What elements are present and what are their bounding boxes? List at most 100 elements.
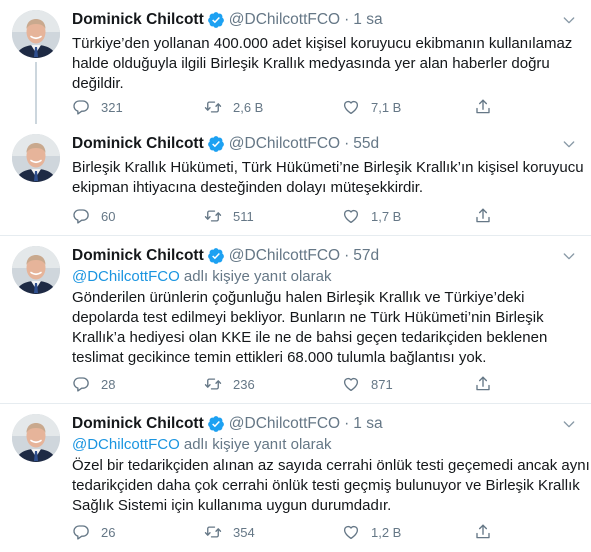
avatar[interactable] (12, 414, 60, 462)
reply-mention-link[interactable]: @DChilcottFCO (72, 436, 180, 453)
reply-count: 26 (101, 524, 116, 540)
like-icon (342, 98, 360, 116)
tweet-actions: 60 511 1,7 B (72, 206, 572, 226)
reply-count: 60 (101, 208, 116, 224)
author-name[interactable]: Dominick Chilcott (72, 11, 204, 29)
tweet-actions: 26 354 1,2 B (72, 522, 572, 542)
separator-dot: · (344, 247, 350, 264)
reply-icon (72, 523, 90, 541)
tweet-actions: 28 236 871 (72, 374, 572, 394)
retweet-count: 354 (233, 524, 255, 540)
verified-badge-icon (207, 247, 225, 265)
like-button[interactable]: 7,1 B (342, 97, 401, 117)
retweet-icon (204, 207, 222, 225)
avatar[interactable] (12, 246, 60, 294)
chevron-down-icon[interactable] (561, 12, 577, 28)
tweet-text-line: tedarikçiden daha çok cerrahi önlük test… (72, 477, 580, 494)
thread-connector-line (35, 62, 37, 124)
tweet-timeline: Dominick Chilcott @DChilcottFCO · 1 sa T… (0, 0, 591, 552)
tweet-text-line: Sağlık Sistemi için kullanıma uygun duru… (72, 497, 392, 514)
separator-dot: · (344, 415, 350, 432)
retweet-icon (204, 375, 222, 393)
retweet-button[interactable]: 511 (204, 206, 254, 226)
reply-button[interactable]: 28 (72, 374, 115, 394)
like-count: 871 (371, 376, 393, 392)
author-name[interactable]: Dominick Chilcott (72, 247, 204, 265)
retweet-count: 511 (233, 208, 254, 224)
replying-to: @DChilcottFCO adlı kişiye yanıt olarak (72, 436, 332, 453)
author-handle[interactable]: @DChilcottFCO (229, 11, 340, 29)
like-icon (342, 375, 360, 393)
avatar[interactable] (12, 10, 60, 58)
tweet[interactable]: Dominick Chilcott @DChilcottFCO · 1 sa T… (0, 0, 591, 124)
author-handle[interactable]: @DChilcottFCO (229, 415, 340, 433)
like-count: 1,7 B (371, 208, 402, 224)
reply-mention-link[interactable]: @DChilcottFCO (72, 268, 180, 285)
tweet-timestamp[interactable]: 1 sa (353, 11, 382, 29)
like-icon (342, 523, 360, 541)
tweet-actions: 321 2,6 B 7,1 B (72, 97, 572, 117)
reply-to-label: adlı kişiye yanıt olarak (183, 436, 332, 453)
like-count: 7,1 B (371, 99, 402, 115)
chevron-down-icon[interactable] (561, 248, 577, 264)
share-button[interactable] (474, 97, 492, 117)
tweet[interactable]: Dominick Chilcott @DChilcottFCO · 1 sa @… (0, 404, 591, 552)
tweet-text-line: Krallık’a hediyesi olan KKE ile ne de ba… (72, 329, 548, 346)
like-button[interactable]: 871 (342, 374, 393, 394)
tweet-header: Dominick Chilcott @DChilcottFCO · 57d (72, 245, 579, 267)
reply-icon (72, 375, 90, 393)
tweet-text-line: Gönderilen ürünlerin çoğunluğu halen Bir… (72, 289, 525, 306)
avatar[interactable] (12, 134, 60, 182)
reply-icon (72, 207, 90, 225)
tweet-timestamp[interactable]: 1 sa (353, 415, 382, 433)
tweet-header: Dominick Chilcott @DChilcottFCO · 55d (72, 133, 579, 155)
reply-button[interactable]: 60 (72, 206, 115, 226)
tweet-text-line: depolarda test edilmeyi bekliyor. Bunlar… (72, 309, 544, 326)
tweet-text-line: ekipman ihtiyacına desteğinden dolayı mü… (72, 179, 424, 196)
like-count: 1,2 B (371, 524, 402, 540)
retweet-count: 236 (233, 376, 255, 392)
tweet-text-line: Birleşik Krallık Hükümeti, Türk Hükümeti… (72, 159, 584, 176)
tweet-text-line: Türkiye’den yollanan 400.000 adet kişise… (72, 35, 573, 52)
reply-count: 321 (101, 99, 123, 115)
author-name[interactable]: Dominick Chilcott (72, 415, 204, 433)
tweet-text-line: halde olduğuyla ilgili Birleşik Krallık … (72, 55, 550, 72)
reply-to-label: adlı kişiye yanıt olarak (183, 268, 332, 285)
author-name[interactable]: Dominick Chilcott (72, 135, 204, 153)
retweet-button[interactable]: 236 (204, 374, 255, 394)
chevron-down-icon[interactable] (561, 136, 577, 152)
share-icon (474, 98, 492, 116)
tweet-header: Dominick Chilcott @DChilcottFCO · 1 sa (72, 9, 579, 31)
retweet-icon (204, 98, 222, 116)
reply-count: 28 (101, 376, 116, 392)
tweet-text: Birleşik Krallık Hükümeti, Türk Hükümeti… (72, 158, 584, 198)
share-button[interactable] (474, 206, 492, 226)
tweet[interactable]: Dominick Chilcott @DChilcottFCO · 57d @D… (0, 236, 591, 404)
like-button[interactable]: 1,2 B (342, 522, 401, 542)
chevron-down-icon[interactable] (561, 416, 577, 432)
tweet-header: Dominick Chilcott @DChilcottFCO · 1 sa (72, 413, 579, 435)
reply-icon (72, 98, 90, 116)
tweet-text-line: Özel bir tedarikçiden alınan az sayıda c… (72, 457, 590, 474)
reply-button[interactable]: 26 (72, 522, 115, 542)
retweet-count: 2,6 B (233, 99, 264, 115)
tweet-text: Gönderilen ürünlerin çoğunluğu halen Bir… (72, 288, 572, 368)
author-handle[interactable]: @DChilcottFCO (229, 135, 340, 153)
share-button[interactable] (474, 522, 492, 542)
share-button[interactable] (474, 374, 492, 394)
tweet-timestamp[interactable]: 55d (353, 135, 379, 153)
retweet-button[interactable]: 354 (204, 522, 255, 542)
share-icon (474, 207, 492, 225)
share-icon (474, 523, 492, 541)
like-icon (342, 207, 360, 225)
verified-badge-icon (207, 415, 225, 433)
tweet-text-line: teslimat gecikince temin ettikleri 68.00… (72, 349, 487, 366)
like-button[interactable]: 1,7 B (342, 206, 401, 226)
retweet-button[interactable]: 2,6 B (204, 97, 263, 117)
tweet-text-line: değildir. (72, 75, 124, 92)
tweet-text: Türkiye’den yollanan 400.000 adet kişise… (72, 34, 572, 94)
reply-button[interactable]: 321 (72, 97, 123, 117)
tweet-timestamp[interactable]: 57d (353, 247, 379, 265)
tweet[interactable]: Dominick Chilcott @DChilcottFCO · 55d Bi… (0, 124, 591, 236)
author-handle[interactable]: @DChilcottFCO (229, 247, 340, 265)
